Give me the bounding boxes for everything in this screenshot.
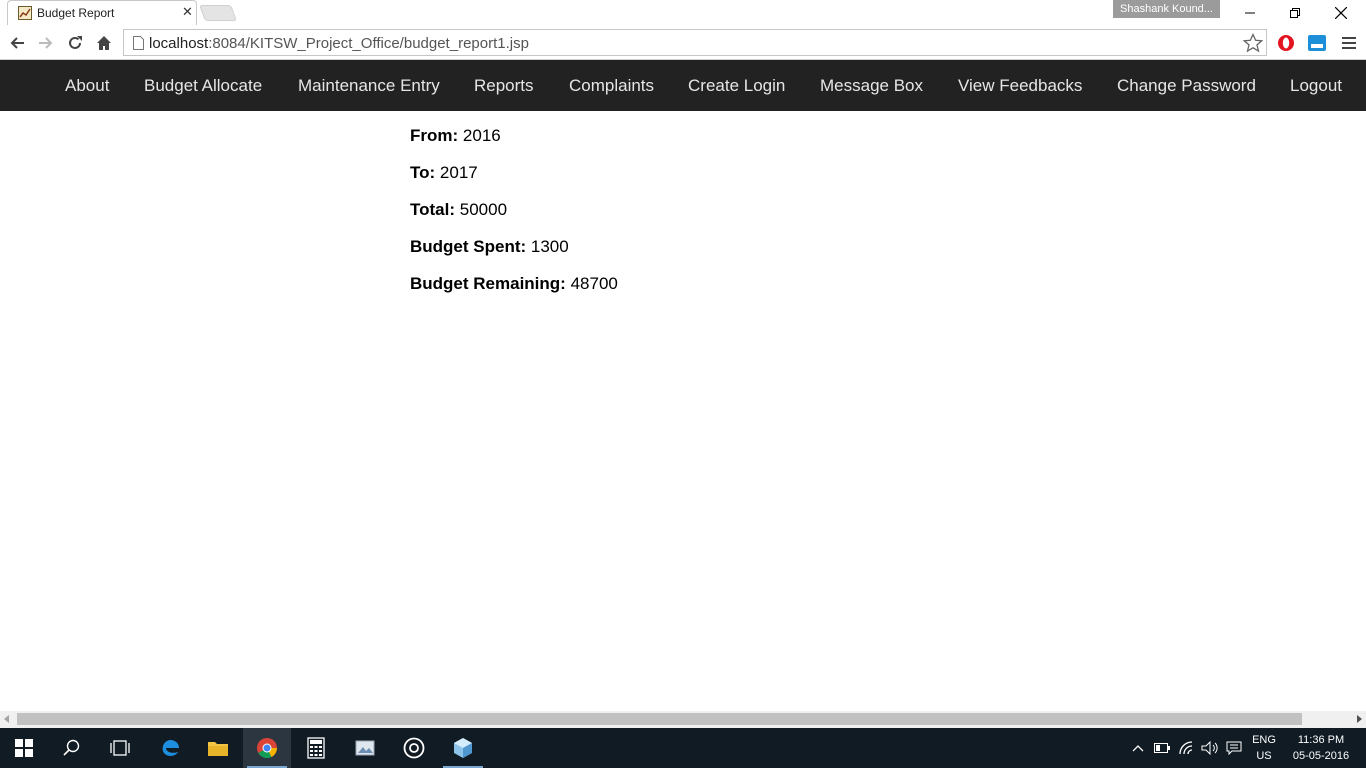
search-button[interactable] — [48, 728, 96, 768]
folder-icon — [208, 742, 228, 756]
close-window-button[interactable] — [1318, 0, 1364, 25]
message-icon — [1226, 741, 1242, 755]
browser-tab[interactable]: Budget Report ✕ — [7, 0, 197, 25]
search-icon — [63, 739, 80, 756]
new-tab-button[interactable] — [199, 5, 237, 21]
scroll-left-icon[interactable] — [4, 715, 9, 723]
restore-icon — [1290, 7, 1300, 18]
chevron-up-icon — [1132, 745, 1144, 752]
url-host: localhost — [149, 35, 209, 52]
report-row-from: From: 2016 — [410, 126, 501, 146]
volume-button[interactable] — [1199, 728, 1221, 768]
action-center-button[interactable] — [1223, 728, 1245, 768]
report-label: Total: — [410, 200, 456, 219]
report-label: To: — [410, 163, 436, 182]
report-label: Budget Spent: — [410, 237, 527, 256]
nav-about[interactable]: About — [65, 60, 109, 111]
show-hidden-icons-button[interactable] — [1128, 728, 1148, 768]
report-label: Budget Remaining: — [410, 274, 566, 293]
task-view-button[interactable] — [96, 728, 144, 768]
chrome-icon — [257, 738, 278, 759]
reload-button[interactable] — [64, 32, 86, 54]
virtualbox-taskbar-button[interactable] — [439, 728, 487, 768]
chrome-taskbar-button[interactable] — [243, 728, 291, 768]
back-button[interactable] — [6, 32, 28, 54]
windows-taskbar: ENG US 11:36 PM 05-05-2016 — [0, 728, 1366, 768]
windows-logo-icon — [15, 739, 33, 757]
nav-reports[interactable]: Reports — [474, 60, 534, 111]
clock-time: 11:36 PM — [1297, 734, 1345, 746]
media-disc-icon — [403, 737, 425, 759]
opera-extension-icon[interactable] — [1276, 33, 1296, 53]
nav-maintenance-entry[interactable]: Maintenance Entry — [298, 60, 440, 111]
media-player-taskbar-button[interactable] — [390, 728, 438, 768]
nav-logout[interactable]: Logout — [1290, 60, 1342, 111]
report-row-total: Total: 50000 — [410, 200, 507, 220]
back-arrow-icon — [10, 37, 24, 49]
file-explorer-taskbar-button[interactable] — [194, 728, 242, 768]
paint-icon — [355, 740, 375, 756]
bookmark-star-icon[interactable] — [1243, 33, 1263, 53]
edge-icon — [162, 740, 179, 756]
nav-budget-allocate[interactable]: Budget Allocate — [144, 60, 262, 111]
restore-button[interactable] — [1272, 0, 1318, 25]
clock[interactable]: 11:36 PM 05-05-2016 — [1287, 732, 1355, 764]
report-value: 2017 — [439, 163, 478, 182]
nav-change-password[interactable]: Change Password — [1117, 60, 1256, 111]
browser-titlebar: Budget Report ✕ Shashank Kound... — [0, 0, 1366, 25]
nav-view-feedbacks[interactable]: View Feedbacks — [958, 60, 1082, 111]
battery-button[interactable] — [1151, 728, 1173, 768]
report-value: 1300 — [530, 237, 569, 256]
report-favicon-icon — [18, 6, 32, 20]
scroll-right-icon[interactable] — [1357, 715, 1362, 723]
page-icon — [133, 36, 144, 50]
edge-taskbar-button[interactable] — [146, 728, 194, 768]
home-button[interactable] — [93, 32, 115, 54]
report-label: From: — [410, 126, 459, 145]
calculator-icon — [307, 737, 325, 759]
minimize-icon — [1245, 12, 1255, 13]
minimize-button[interactable] — [1227, 0, 1273, 25]
reload-icon — [69, 36, 82, 49]
speaker-icon — [1201, 741, 1218, 755]
report-value: 50000 — [459, 200, 508, 219]
paint-taskbar-button[interactable] — [341, 728, 389, 768]
network-button[interactable] — [1176, 728, 1198, 768]
report-value: 2016 — [462, 126, 501, 145]
url-path: :8084/KITSW_Project_Office/budget_report… — [208, 35, 529, 52]
scrollbar-thumb[interactable] — [17, 713, 1302, 725]
battery-icon — [1154, 743, 1170, 753]
browser-toolbar: localhost:8084/KITSW_Project_Office/budg… — [0, 25, 1366, 60]
language-code: ENG — [1252, 734, 1276, 746]
forward-arrow-icon — [39, 37, 53, 49]
nav-complaints[interactable]: Complaints — [569, 60, 654, 111]
extension-icon[interactable] — [1307, 33, 1327, 53]
nav-message-box[interactable]: Message Box — [820, 60, 923, 111]
profile-button[interactable]: Shashank Kound... — [1113, 0, 1220, 18]
nav-create-login[interactable]: Create Login — [688, 60, 785, 111]
horizontal-scrollbar[interactable] — [0, 711, 1366, 728]
home-icon — [97, 36, 111, 50]
report-row-to: To: 2017 — [410, 163, 478, 183]
keyboard-region: US — [1256, 750, 1272, 762]
report-value: 48700 — [570, 274, 618, 293]
address-bar[interactable]: localhost:8084/KITSW_Project_Office/budg… — [123, 29, 1267, 56]
site-navbar: About Budget Allocate Maintenance Entry … — [0, 60, 1366, 111]
start-button[interactable] — [0, 728, 48, 768]
report-row-budget-remaining: Budget Remaining: 48700 — [410, 274, 618, 294]
report-row-budget-spent: Budget Spent: 1300 — [410, 237, 569, 257]
wifi-icon — [1179, 741, 1193, 755]
calculator-taskbar-button[interactable] — [292, 728, 340, 768]
cube-app-icon — [454, 738, 472, 758]
menu-icon[interactable] — [1339, 33, 1359, 53]
task-view-icon — [110, 740, 130, 756]
url-text[interactable]: localhost:8084/KITSW_Project_Office/budg… — [149, 35, 529, 52]
tab-title: Budget Report — [37, 6, 115, 20]
forward-button[interactable] — [35, 32, 57, 54]
close-icon — [1335, 6, 1347, 19]
language-indicator[interactable]: ENG US — [1249, 732, 1279, 764]
show-desktop-button[interactable] — [1357, 728, 1366, 768]
tab-close-icon[interactable]: ✕ — [182, 5, 193, 19]
clock-date: 05-05-2016 — [1292, 750, 1350, 762]
